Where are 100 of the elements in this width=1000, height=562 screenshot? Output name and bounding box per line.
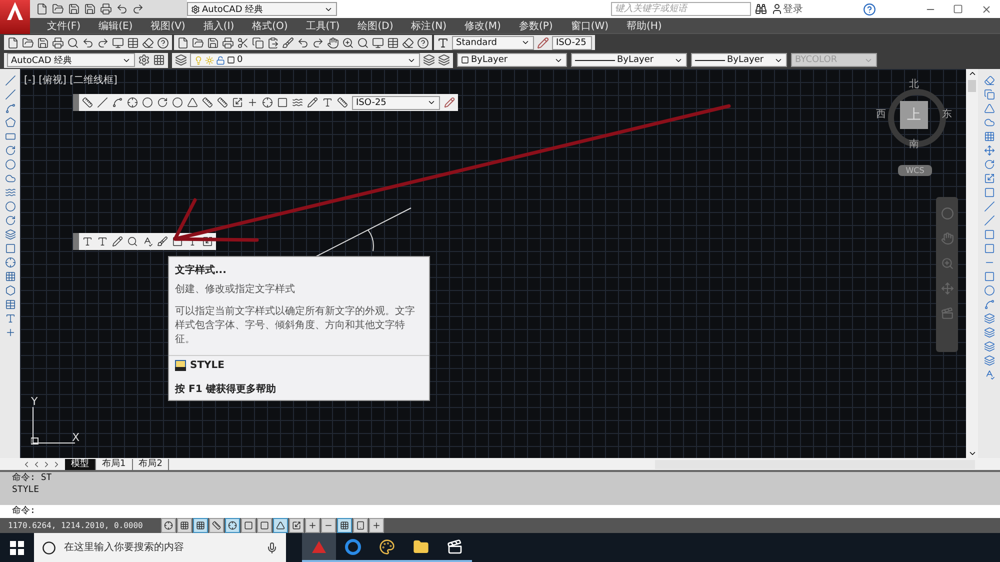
status-toggle[interactable] bbox=[321, 518, 336, 533]
drawing-canvas[interactable]: [-] [俯视] [二维线框] ISO-25 文字样式... 创建、修改或指定文字样式 可以指定当前文字样式以确定所有新文字的外观。文字样式包含字体、字号、倾斜角度、方向和其他文字特征。 STYLE 按 F1 键获得更多帮助 北 西 上 东 南 WCS Y X bbox=[20, 69, 966, 458]
undo-icon[interactable] bbox=[116, 3, 128, 15]
text-style-icon[interactable] bbox=[437, 36, 449, 48]
layers-icon[interactable] bbox=[984, 355, 994, 366]
status-toggle[interactable] bbox=[369, 518, 384, 533]
layers-icon[interactable] bbox=[423, 54, 435, 66]
letter-icon[interactable] bbox=[82, 236, 93, 247]
user-icon[interactable] bbox=[771, 3, 783, 15]
scroll-down-icon[interactable] bbox=[968, 449, 976, 458]
help-icon[interactable] bbox=[157, 36, 169, 48]
rotate-icon[interactable] bbox=[984, 159, 994, 170]
status-toggle[interactable] bbox=[305, 518, 320, 533]
ellipse-icon[interactable] bbox=[4, 201, 16, 212]
layers-icon[interactable] bbox=[984, 313, 994, 324]
point-icon[interactable] bbox=[4, 257, 16, 268]
sign-in-link[interactable]: 登录 bbox=[783, 2, 803, 16]
compass-north[interactable]: 北 bbox=[909, 77, 919, 91]
spell-check-icon[interactable] bbox=[142, 236, 153, 247]
compass-south[interactable]: 南 bbox=[909, 137, 919, 151]
plus-icon[interactable] bbox=[4, 327, 16, 338]
crosshair-icon[interactable] bbox=[262, 97, 273, 108]
ruler-icon[interactable] bbox=[337, 97, 348, 108]
binoculars-icon[interactable] bbox=[755, 3, 767, 15]
workspace-dropdown[interactable]: AutoCAD 经典 bbox=[187, 2, 337, 16]
gear-icon[interactable] bbox=[138, 54, 150, 66]
save-as-icon[interactable] bbox=[84, 3, 96, 15]
square-icon[interactable] bbox=[277, 97, 288, 108]
help-icon[interactable] bbox=[417, 36, 429, 48]
save-icon[interactable] bbox=[37, 36, 49, 48]
move-icon[interactable] bbox=[984, 145, 994, 156]
ruler-icon[interactable] bbox=[217, 97, 228, 108]
circle-icon[interactable] bbox=[172, 97, 183, 108]
table-icon[interactable] bbox=[4, 299, 16, 310]
status-toggle[interactable] bbox=[209, 518, 224, 533]
monitor-icon[interactable] bbox=[112, 36, 124, 48]
eraser-icon[interactable] bbox=[142, 36, 154, 48]
windows-start-icon[interactable] bbox=[10, 540, 24, 554]
menu-item[interactable]: 格式(O) bbox=[243, 18, 297, 32]
new-file-icon[interactable] bbox=[177, 36, 189, 48]
save-icon[interactable] bbox=[68, 3, 80, 15]
layers-icon[interactable] bbox=[984, 327, 994, 338]
layers-icon[interactable] bbox=[438, 54, 450, 66]
hexagon-icon[interactable] bbox=[4, 285, 16, 296]
new-file-icon[interactable] bbox=[7, 36, 19, 48]
menu-item[interactable]: 工具(T) bbox=[296, 18, 349, 32]
open-folder-icon[interactable] bbox=[22, 36, 34, 48]
ruler-icon[interactable] bbox=[202, 97, 213, 108]
menu-item[interactable]: 标注(N) bbox=[402, 18, 456, 32]
folder-icon[interactable] bbox=[413, 538, 429, 554]
mirror-icon[interactable] bbox=[984, 103, 994, 114]
open-folder-icon[interactable] bbox=[52, 3, 64, 15]
help-icon[interactable] bbox=[863, 2, 876, 16]
crosshair-icon[interactable] bbox=[127, 97, 138, 108]
lineweight-dropdown[interactable]: ByLayer bbox=[691, 53, 787, 67]
cortana-icon[interactable] bbox=[42, 540, 56, 554]
status-toggle[interactable] bbox=[177, 518, 192, 533]
cut-icon[interactable] bbox=[237, 36, 249, 48]
status-toggle[interactable] bbox=[193, 518, 208, 533]
printer-icon[interactable] bbox=[222, 36, 234, 48]
slash-icon[interactable] bbox=[97, 97, 108, 108]
trim-icon[interactable] bbox=[984, 201, 994, 212]
zoom-icon[interactable] bbox=[342, 36, 354, 48]
workspace-dropdown[interactable]: AutoCAD 经典 bbox=[7, 53, 135, 67]
scroll-thumb[interactable] bbox=[968, 80, 976, 92]
layers-icon[interactable] bbox=[984, 341, 994, 352]
status-toggle[interactable] bbox=[289, 518, 304, 533]
magnifier-icon[interactable] bbox=[67, 36, 79, 48]
arc-icon[interactable] bbox=[157, 97, 168, 108]
spell-check-icon[interactable] bbox=[984, 369, 994, 380]
scale-icon[interactable] bbox=[202, 236, 213, 247]
new-file-icon[interactable] bbox=[36, 3, 48, 15]
grid-icon[interactable] bbox=[153, 54, 165, 66]
line-icon[interactable] bbox=[4, 75, 16, 86]
square-icon[interactable] bbox=[172, 236, 183, 247]
command-input[interactable]: 命令: bbox=[0, 505, 1000, 518]
text-style-dropdown[interactable]: Standard bbox=[452, 36, 534, 50]
menu-item[interactable]: 绘图(D) bbox=[348, 18, 402, 32]
printer-icon[interactable] bbox=[52, 36, 64, 48]
menu-item[interactable]: 插入(I) bbox=[194, 18, 244, 32]
redo-icon[interactable] bbox=[97, 36, 109, 48]
redo-icon[interactable] bbox=[312, 36, 324, 48]
scale-icon[interactable] bbox=[232, 97, 243, 108]
monitor-icon[interactable] bbox=[372, 36, 384, 48]
magnifier-icon[interactable] bbox=[127, 236, 138, 247]
array-icon[interactable] bbox=[984, 131, 994, 142]
horizontal-scrollbar[interactable] bbox=[655, 460, 975, 468]
status-toggle[interactable] bbox=[353, 518, 368, 533]
layout-tab[interactable]: 布局2 bbox=[132, 458, 170, 470]
app-logo[interactable] bbox=[0, 0, 30, 34]
eraser-icon[interactable] bbox=[402, 36, 414, 48]
extend-icon[interactable] bbox=[984, 215, 994, 226]
search-field[interactable]: 键入关键字或短语 bbox=[611, 2, 751, 16]
microphone-icon[interactable] bbox=[266, 542, 278, 554]
letter-icon[interactable] bbox=[322, 97, 333, 108]
hatch-icon[interactable] bbox=[4, 271, 16, 282]
clapperboard-icon[interactable] bbox=[447, 538, 463, 554]
block-icon[interactable] bbox=[4, 229, 16, 240]
status-toggle[interactable] bbox=[241, 518, 256, 533]
circle-icon[interactable] bbox=[4, 159, 16, 170]
